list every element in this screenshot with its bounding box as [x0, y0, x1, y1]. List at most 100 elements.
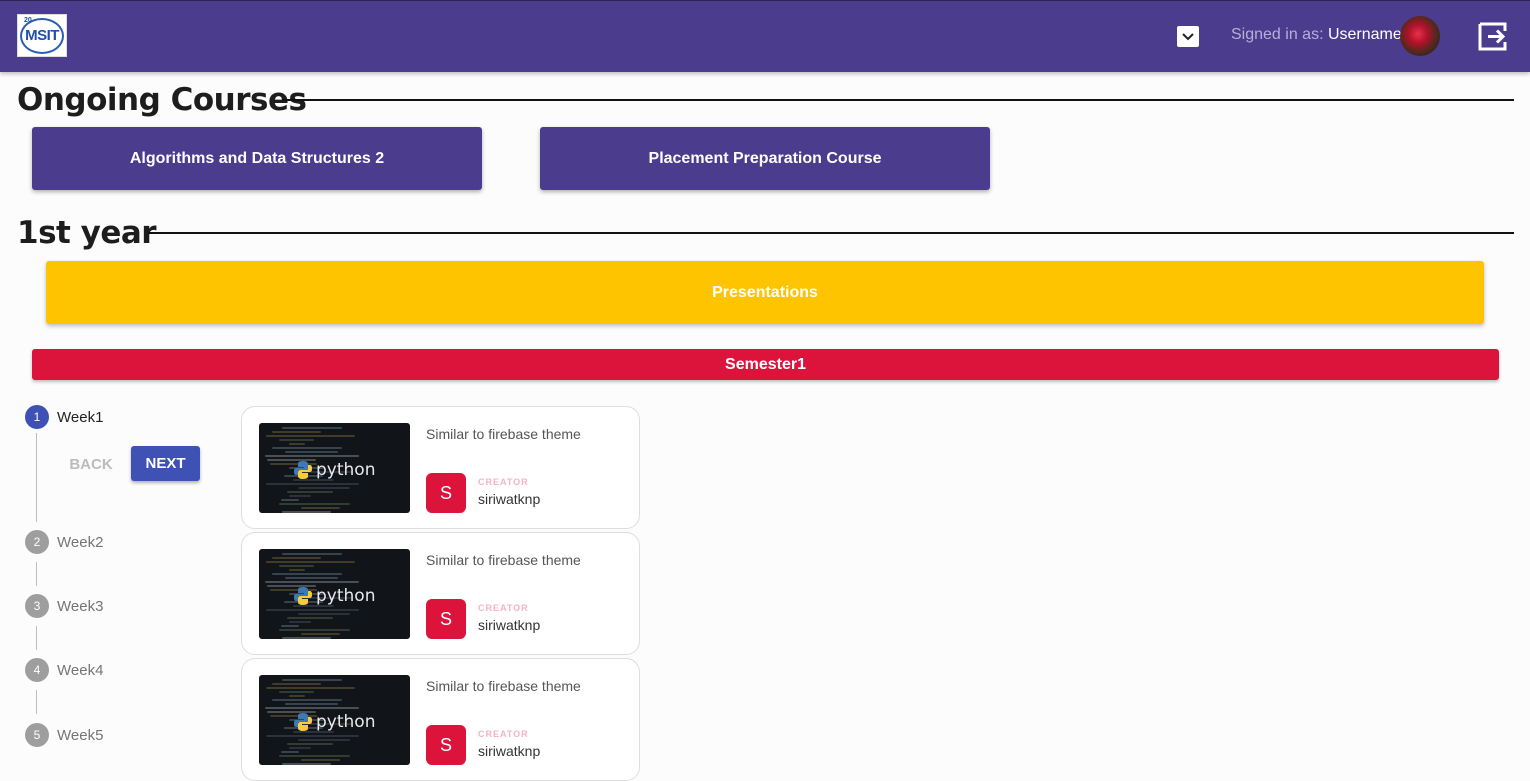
step-number: 5 [25, 723, 49, 747]
app-bar: 20 MSIT Signed in as: Username [0, 0, 1530, 72]
code-line-decoration [282, 763, 331, 765]
step-number: 2 [25, 530, 49, 554]
code-line-decoration [279, 503, 350, 505]
code-line-decoration [282, 511, 331, 513]
code-line-decoration [289, 695, 305, 697]
code-line-decoration [266, 561, 355, 563]
python-logo: python [293, 712, 375, 732]
logo-badge: 20 [24, 16, 32, 24]
code-line-decoration [285, 703, 338, 705]
step-label: Week5 [57, 726, 104, 744]
code-line-decoration [272, 557, 321, 559]
step-label: Week4 [57, 661, 104, 679]
logout-icon[interactable] [1476, 20, 1509, 53]
code-line-decoration [298, 487, 350, 489]
code-line-decoration [298, 739, 350, 741]
code-line-decoration [298, 613, 350, 615]
presentations-button[interactable]: Presentations [46, 261, 1484, 324]
signed-in-text: Signed in as: Username [1231, 26, 1402, 44]
course-button-algorithms[interactable]: Algorithms and Data Structures 2 [32, 127, 482, 190]
code-line-decoration [285, 451, 338, 453]
section-divider [148, 232, 1514, 234]
avatar[interactable] [1400, 16, 1440, 56]
code-line-decoration [265, 455, 359, 457]
ongoing-courses-heading: Ongoing Courses [17, 82, 307, 118]
course-card[interactable]: python Similar to firebase theme S CREAT… [241, 406, 640, 529]
code-line-decoration [287, 743, 333, 745]
code-line-decoration [287, 491, 333, 493]
signed-in-label: Signed in as: [1231, 26, 1328, 43]
step-number: 3 [25, 594, 49, 618]
card-thumbnail: python [259, 549, 410, 639]
card-thumbnail: python [259, 423, 410, 513]
code-line-decoration [289, 495, 311, 497]
code-line-decoration [266, 687, 355, 689]
step-connector [36, 562, 37, 586]
code-line-decoration [285, 577, 338, 579]
step-number: 4 [25, 658, 49, 682]
creator-label: CREATOR [478, 729, 529, 739]
step-label: Week1 [57, 408, 104, 426]
back-button[interactable]: BACK [64, 447, 118, 481]
code-line-decoration [266, 609, 359, 611]
code-line-decoration [279, 439, 314, 441]
step-week1[interactable]: 1 Week1 [25, 405, 103, 429]
step-week3[interactable]: 3 Week3 [25, 594, 103, 618]
next-button[interactable]: NEXT [131, 446, 200, 481]
code-line-decoration [279, 691, 314, 693]
code-line-decoration [272, 573, 342, 575]
step-week4[interactable]: 4 Week4 [25, 658, 103, 682]
thumbnail-text: python [316, 586, 376, 606]
card-description: Similar to firebase theme [426, 678, 581, 694]
msit-logo[interactable]: 20 MSIT [17, 14, 67, 57]
step-label: Week2 [57, 533, 104, 551]
card-description: Similar to firebase theme [426, 552, 581, 568]
semester-bar[interactable]: Semester1 [32, 349, 1499, 380]
course-card[interactable]: python Similar to firebase theme S CREAT… [241, 658, 640, 781]
code-line-decoration [266, 483, 359, 485]
step-connector [36, 433, 37, 522]
logo-emblem: 20 MSIT [20, 16, 64, 54]
creator-name: siriwatknp [478, 617, 541, 633]
code-line-decoration [279, 629, 350, 631]
creator-avatar: S [426, 473, 466, 513]
code-line-decoration [272, 683, 321, 685]
python-logo: python [293, 460, 375, 480]
code-line-decoration [265, 581, 359, 583]
code-line-decoration [266, 435, 355, 437]
username: Username [1327, 26, 1402, 43]
thumbnail-text: python [316, 460, 376, 480]
creator-name: siriwatknp [478, 491, 541, 507]
creator-avatar: S [426, 599, 466, 639]
code-line-decoration [266, 735, 359, 737]
code-line-decoration [289, 621, 311, 623]
python-logo-icon [294, 713, 312, 731]
creator-avatar: S [426, 725, 466, 765]
account-dropdown[interactable] [1177, 26, 1199, 47]
code-line-decoration [282, 637, 331, 639]
code-line-decoration [287, 617, 333, 619]
section-divider [282, 99, 1514, 101]
python-logo-icon [294, 461, 312, 479]
code-line-decoration [281, 625, 299, 627]
course-button-placement[interactable]: Placement Preparation Course [540, 127, 990, 190]
code-line-decoration [289, 569, 305, 571]
code-line-decoration [282, 679, 342, 681]
step-week2[interactable]: 2 Week2 [25, 530, 103, 554]
course-card[interactable]: python Similar to firebase theme S CREAT… [241, 532, 640, 655]
code-line-decoration [265, 707, 359, 709]
code-line-decoration [272, 447, 342, 449]
code-line-decoration [281, 499, 299, 501]
code-line-decoration [282, 553, 342, 555]
card-thumbnail: python [259, 675, 410, 765]
thumbnail-text: python [316, 712, 376, 732]
step-label: Week3 [57, 597, 104, 615]
code-line-decoration [282, 427, 342, 429]
step-week5[interactable]: 5 Week5 [25, 723, 103, 747]
code-line-decoration [301, 507, 340, 509]
step-connector [36, 690, 37, 714]
code-line-decoration [289, 747, 311, 749]
code-line-decoration [279, 565, 314, 567]
python-logo: python [293, 586, 375, 606]
code-line-decoration [272, 431, 321, 433]
